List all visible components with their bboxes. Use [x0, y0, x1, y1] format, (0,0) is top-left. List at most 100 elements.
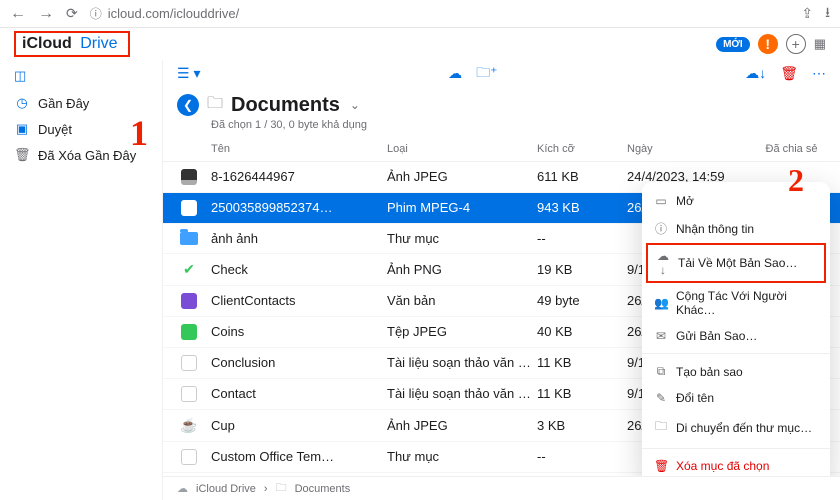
reload-icon[interactable]: ⟳	[66, 5, 78, 22]
file-type: Ảnh JPEG	[387, 169, 537, 184]
folder-icon: 🗀	[207, 92, 223, 119]
context-menu-item[interactable]: ✉Gửi Bản Sao…	[642, 323, 830, 349]
col-size[interactable]: Kích cỡ	[537, 143, 627, 155]
collab-icon: 👥	[654, 296, 668, 310]
sidebar-toggle-icon[interactable]: ◫	[10, 68, 152, 90]
file-name: Coins	[211, 324, 387, 339]
delete-icon[interactable]: 🗑	[780, 65, 798, 82]
dup-icon: ⧉	[654, 364, 668, 379]
file-type: Thư mục	[387, 231, 537, 246]
file-size: 943 KB	[537, 200, 627, 215]
file-size: 11 KB	[537, 386, 627, 401]
share-icon[interactable]: ⋯	[812, 65, 826, 82]
col-date[interactable]: Ngày	[627, 143, 757, 155]
file-type: Thư mục	[387, 449, 537, 464]
context-menu-item[interactable]: 👥Cộng Tác Với Người Khác…	[642, 283, 830, 323]
file-type: Tài liệu soạn thảo văn b…	[387, 386, 537, 401]
download-icon[interactable]: ⭳	[825, 2, 830, 26]
file-type: Tài liệu soạn thảo văn b…	[387, 355, 537, 370]
notification-badge[interactable]: !	[758, 34, 778, 54]
page-title: Documents	[231, 94, 340, 117]
back-button[interactable]: ❮	[177, 94, 199, 116]
file-name: ảnh ảnh	[211, 231, 387, 246]
sidebar-item-label: Đã Xóa Gần Đây	[38, 148, 136, 163]
share-icon[interactable]: ⇪	[801, 5, 813, 22]
file-name: Contact	[211, 386, 387, 401]
trash-icon: 🗑	[14, 147, 30, 163]
file-icon	[177, 232, 201, 245]
file-size: 11 KB	[537, 355, 627, 370]
context-menu-item[interactable]: ☁↓Tải Về Một Bản Sao…	[646, 243, 826, 283]
context-menu-item[interactable]: 🗀 Di chuyển đến thư mục…	[642, 411, 830, 444]
breadcrumb-root[interactable]: iCloud Drive	[196, 483, 256, 495]
apps-icon[interactable]: ▦	[814, 36, 826, 52]
annotation-2: 2	[788, 162, 804, 199]
forward-icon[interactable]: →	[38, 5, 54, 23]
file-icon	[177, 386, 201, 402]
file-icon	[177, 449, 201, 465]
col-shared[interactable]: Đã chia sẻ	[757, 143, 826, 155]
context-menu-label: Gửi Bản Sao…	[676, 329, 757, 343]
file-size: --	[537, 449, 627, 464]
file-size: 611 KB	[537, 169, 627, 184]
trash-icon: 🗑	[654, 459, 668, 473]
context-menu-label: Di chuyển đến thư mục…	[676, 421, 812, 435]
file-name: 250035899852374…	[211, 200, 387, 215]
breadcrumb-current[interactable]: Documents	[295, 483, 351, 495]
file-type: Ảnh JPEG	[387, 418, 537, 433]
context-menu-label: Xóa mục đã chọn	[676, 459, 769, 473]
main-panel: ☰ ▾ ☁ 🗀⁺ ☁↓ 🗑 ⋯ ❮ 🗀 Documents ⌄ Đã chọn …	[162, 60, 840, 500]
col-name[interactable]: Tên	[177, 143, 387, 155]
file-icon: ▣	[177, 200, 201, 216]
url-text: icloud.com/iclouddrive/	[108, 6, 240, 21]
cloud-upload-icon[interactable]: ☁	[448, 65, 462, 82]
browser-chrome: ← → ⟳ ⓘ icloud.com/iclouddrive/ ⇪ ⭳	[0, 0, 840, 28]
sidebar-item-label: Duyệt	[38, 122, 72, 137]
view-toggle-icon[interactable]: ☰ ▾	[177, 65, 200, 82]
file-icon	[177, 293, 201, 309]
file-size: --	[537, 231, 627, 246]
file-type: Ảnh PNG	[387, 262, 537, 277]
new-badge[interactable]: MỚI	[716, 37, 750, 52]
table-header: Tên Loại Kích cỡ Ngày Đã chia sẻ	[163, 137, 840, 162]
context-menu-item[interactable]: ⧉ Tạo bản sao	[642, 358, 830, 385]
site-info-icon: ⓘ	[90, 5, 102, 22]
sidebar-item-label: Gần Đây	[38, 96, 89, 111]
new-folder-icon[interactable]: 🗀⁺	[476, 62, 497, 86]
file-size: 49 byte	[537, 293, 627, 308]
title-row: ❮ 🗀 Documents ⌄	[163, 88, 840, 119]
logo-suffix: Drive	[80, 35, 117, 53]
annotation-1: 1	[130, 112, 148, 154]
back-icon[interactable]: ←	[10, 5, 26, 23]
file-size: 3 KB	[537, 418, 627, 433]
context-menu-label: Nhận thông tin	[676, 222, 754, 236]
folder-icon: ▣	[14, 121, 30, 137]
file-type: Phim MPEG-4	[387, 200, 537, 215]
add-button[interactable]: +	[786, 34, 806, 54]
app-header: iCloud Drive MỚI ! + ▦	[0, 28, 840, 60]
cloud-download-icon[interactable]: ☁↓	[745, 65, 766, 82]
context-menu-label: Tạo bản sao	[676, 365, 743, 379]
file-icon: ✔︎	[177, 261, 201, 278]
icloud-drive-logo[interactable]: iCloud Drive	[14, 31, 130, 57]
file-name: Conclusion	[211, 355, 387, 370]
selection-status: Đã chọn 1 / 30, 0 byte khả dụng	[163, 119, 840, 137]
download-icon: ☁↓	[656, 249, 670, 277]
col-type[interactable]: Loại	[387, 143, 537, 155]
file-name: 8-1626444967	[211, 169, 387, 184]
context-menu-item[interactable]: ✎Đổi tên	[642, 385, 830, 411]
toolbar: ☰ ▾ ☁ 🗀⁺ ☁↓ 🗑 ⋯	[163, 60, 840, 88]
file-icon	[177, 355, 201, 371]
file-size: 19 KB	[537, 262, 627, 277]
chevron-right-icon: ›	[264, 483, 268, 495]
rename-icon: ✎	[654, 391, 668, 405]
file-name: Custom Office Tem…	[211, 449, 387, 464]
clock-icon: ◷	[14, 95, 30, 111]
info-icon: ⓘ	[654, 220, 668, 237]
move-icon: 🗀	[654, 417, 668, 438]
context-menu-item[interactable]: ⓘ Nhận thông tin	[642, 214, 830, 243]
address-bar[interactable]: ⓘ icloud.com/iclouddrive/	[90, 5, 790, 22]
file-icon: ☕	[177, 417, 201, 434]
title-dropdown-icon[interactable]: ⌄	[350, 98, 360, 112]
file-size: 40 KB	[537, 324, 627, 339]
